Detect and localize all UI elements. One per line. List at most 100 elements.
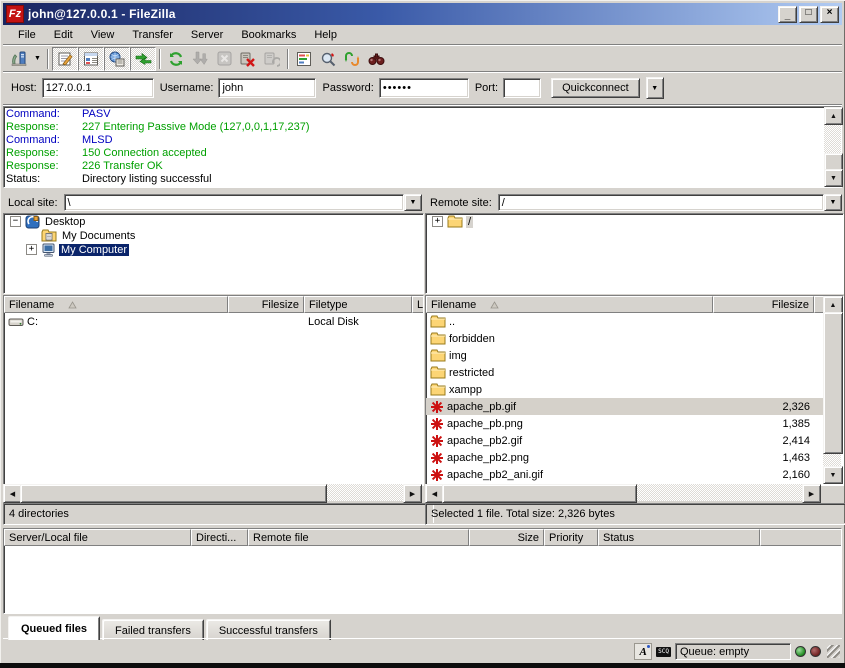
scroll-up-icon[interactable]: ▲ (824, 107, 843, 125)
queue-column-directi[interactable]: Directi... (191, 529, 248, 546)
tab-successful-transfers[interactable]: Successful transfers (206, 619, 331, 640)
reconnect-icon (264, 51, 280, 67)
local-hscrollbar[interactable]: ◀ ▶ (3, 484, 422, 501)
compare-directories-button[interactable] (316, 48, 340, 70)
tab-failed-transfers[interactable]: Failed transfers (102, 619, 204, 640)
queue-column-server-local-file[interactable]: Server/Local file (4, 529, 191, 546)
maximize-button[interactable]: □ (799, 6, 818, 23)
queue-column-filler (760, 529, 841, 546)
remote-site-dropdown-icon[interactable]: ▼ (824, 194, 842, 211)
quickconnect-button[interactable]: Quickconnect (551, 78, 640, 98)
menu-edit[interactable]: Edit (45, 27, 82, 43)
transfer-queue: Server/Local fileDirecti... Remote file Si… (3, 528, 842, 614)
tree-item-my-computer[interactable]: +My Computer (4, 243, 423, 256)
site-manager-button[interactable] (7, 48, 31, 70)
minimize-button[interactable]: _ (778, 6, 797, 23)
local-site-combo[interactable]: \ (64, 194, 404, 211)
file-row-[interactable]: .. (426, 313, 843, 330)
column-header-label: Remote file (253, 532, 309, 544)
toggle-remote-tree-button[interactable] (104, 47, 130, 71)
remote-site-row: Remote site: / ▼ (425, 193, 842, 212)
host-input[interactable] (42, 78, 154, 98)
menu-transfer[interactable]: Transfer (123, 27, 182, 43)
toggle-message-log-button[interactable] (52, 47, 78, 71)
toggle-queue-button[interactable] (130, 47, 156, 71)
toolbar-group-separator (159, 49, 161, 69)
expander-icon[interactable]: + (26, 244, 37, 255)
scroll-right-icon[interactable]: ▶ (403, 484, 422, 503)
column-header-filetype[interactable]: Filetype (304, 296, 412, 313)
queue-column-status[interactable]: Status (598, 529, 760, 546)
port-input[interactable] (503, 78, 541, 98)
find-files-button[interactable] (364, 48, 388, 70)
log-entry-message: 150 Connection accepted (82, 147, 207, 160)
column-header-filesize[interactable]: Filesize (228, 296, 304, 313)
file-row-apache-pb-gif[interactable]: apache_pb.gif2,326 (426, 398, 843, 415)
menu-view[interactable]: View (82, 27, 124, 43)
filename-cell: .. (426, 315, 713, 328)
file-row-restricted[interactable]: restricted (426, 364, 843, 381)
menu-server[interactable]: Server (182, 27, 232, 43)
tab-queued-files[interactable]: Queued files (8, 616, 100, 640)
log-scrollbar[interactable]: ▲ ▼ (824, 107, 841, 187)
scroll-thumb[interactable] (20, 484, 327, 503)
titlebar[interactable]: Fz john@127.0.0.1 - FileZilla _ □ × (3, 3, 842, 25)
filename-cell: apache_pb2.gif (426, 434, 713, 448)
tree-item-desktop[interactable]: −Desktop (4, 215, 423, 228)
scroll-down-icon[interactable]: ▼ (824, 169, 843, 187)
disconnect-button[interactable] (236, 48, 260, 70)
synchronized-browsing-button[interactable] (340, 48, 364, 70)
file-row-apache-pb2-png[interactable]: apache_pb2.png1,463 (426, 449, 843, 466)
scroll-thumb[interactable] (823, 312, 843, 454)
column-header-filename[interactable]: Filename (426, 296, 713, 313)
menu-file[interactable]: File (9, 27, 45, 43)
tabs-baseline (3, 638, 842, 639)
expander-icon[interactable]: + (432, 216, 443, 227)
menu-bookmarks[interactable]: Bookmarks (232, 27, 305, 43)
filename-cell: img (426, 349, 713, 362)
quickconnect-dropdown-icon[interactable]: ▼ (646, 77, 664, 99)
remote-vscrollbar[interactable]: ▲ ▼ (823, 296, 841, 484)
scroll-thumb[interactable] (442, 484, 637, 503)
message-log-lines: Command:PASVResponse:227 Entering Passiv… (6, 108, 821, 186)
file-row-apache-pb-png[interactable]: apache_pb.png1,385 (426, 415, 843, 432)
log-entry: Response:150 Connection accepted (6, 147, 821, 160)
log-entry-message: 226 Transfer OK (82, 160, 163, 173)
menubar: FileEditViewTransferServerBookmarksHelp (3, 25, 842, 44)
menu-help[interactable]: Help (305, 27, 346, 43)
column-header-filesize[interactable]: Filesize (713, 296, 814, 313)
remote-site-combo[interactable]: / (498, 194, 824, 211)
resize-grip[interactable] (827, 645, 840, 658)
password-input[interactable] (379, 78, 469, 98)
expander-icon[interactable]: − (10, 216, 21, 227)
queue-column-remote-file[interactable]: Remote file (248, 529, 469, 546)
reconnect-button (260, 48, 284, 70)
filter-button[interactable] (292, 48, 316, 70)
file-row-apache-pb2-gif[interactable]: apache_pb2.gif2,414 (426, 432, 843, 449)
site-manager-dropdown-icon[interactable]: ▼ (31, 48, 44, 70)
queue-column-priority[interactable]: Priority (544, 529, 598, 546)
queue-column-size[interactable]: Size (469, 529, 544, 546)
cancel-operation-button (212, 48, 236, 70)
refresh-button[interactable] (164, 48, 188, 70)
scroll-right-icon[interactable]: ▶ (802, 484, 821, 503)
toggle-local-tree-button[interactable] (78, 47, 104, 71)
tree-item-my-documents[interactable]: My Documents (4, 229, 423, 242)
filename-cell: forbidden (426, 332, 713, 345)
file-row-xampp[interactable]: xampp (426, 381, 843, 398)
tree-item-[interactable]: +/ (426, 215, 843, 228)
column-header-filename[interactable]: Filename (4, 296, 228, 313)
file-row-c[interactable]: C:Local Disk (4, 313, 423, 330)
file-row-forbidden[interactable]: forbidden (426, 330, 843, 347)
close-button[interactable]: × (820, 6, 839, 23)
filename-label: apache_pb.png (447, 418, 523, 430)
local-site-dropdown-icon[interactable]: ▼ (404, 194, 422, 211)
file-row-img[interactable]: img (426, 347, 843, 364)
scroll-down-icon[interactable]: ▼ (823, 466, 843, 484)
image-file-icon (430, 400, 444, 414)
column-header-l[interactable]: L (412, 296, 424, 313)
remote-hscrollbar[interactable]: ◀ ▶ (425, 484, 821, 501)
filename-cell: apache_pb2.png (426, 451, 713, 465)
username-input[interactable] (218, 78, 316, 98)
file-row-apache-pb2-ani-gif[interactable]: apache_pb2_ani.gif2,160 (426, 466, 843, 483)
